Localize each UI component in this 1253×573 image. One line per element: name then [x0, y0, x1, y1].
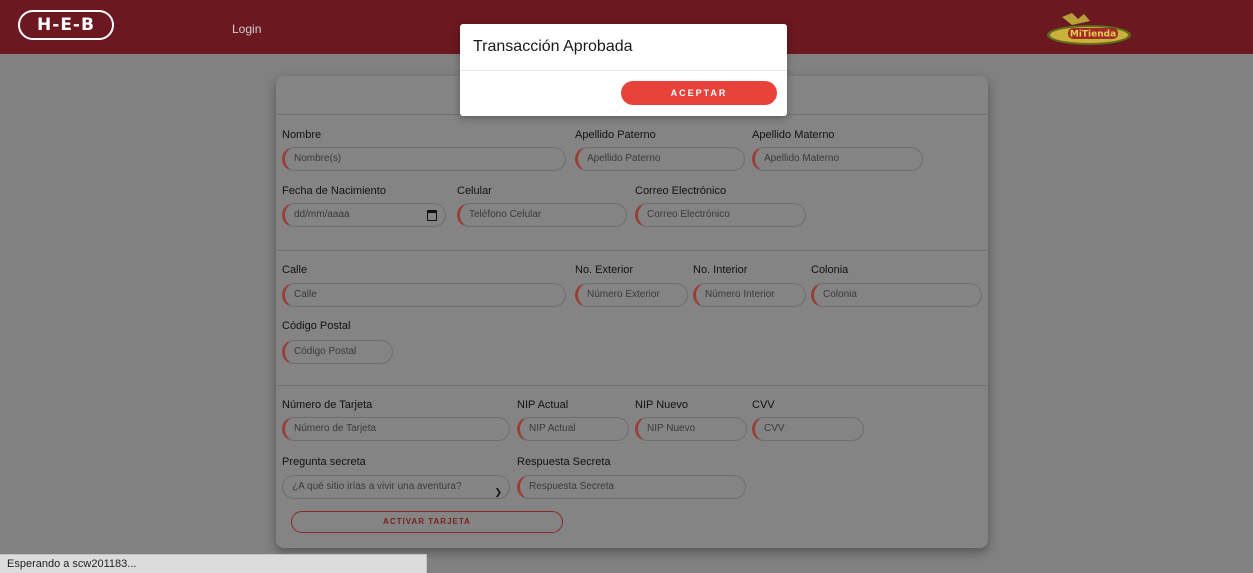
apellido-materno-input[interactable]: Apellido Materno — [752, 147, 923, 171]
calle-label: Calle — [282, 264, 308, 276]
celular-input[interactable]: Teléfono Celular — [457, 203, 627, 227]
no-exterior-label: No. Exterior — [575, 264, 634, 276]
apellido-paterno-label: Apellido Paterno — [575, 129, 656, 141]
activar-tarjeta-button[interactable]: ACTIVAR TARJETA — [291, 511, 563, 533]
correo-label: Correo Electrónico — [635, 185, 727, 197]
chevron-down-icon[interactable]: ❯ — [494, 481, 502, 498]
nip-actual-label: NIP Actual — [517, 399, 569, 411]
apellido-materno-label: Apellido Materno — [752, 129, 835, 141]
apellido-paterno-input[interactable]: Apellido Paterno — [575, 147, 745, 171]
fecha-nacimiento-input[interactable]: dd/mm/aaaa — [282, 203, 446, 227]
fecha-nacimiento-label: Fecha de Nacimiento — [282, 185, 386, 197]
aceptar-button[interactable]: ACEPTAR — [621, 81, 777, 105]
modal-title: Transacción Aprobada — [473, 38, 633, 55]
mitienda-logo[interactable]: MiTienda — [1042, 11, 1132, 47]
pregunta-secreta-select[interactable]: ¿A qué sitio irías a vivir una aventura?… — [282, 475, 510, 499]
no-interior-input[interactable]: Número Interior — [693, 283, 806, 307]
correo-input[interactable]: Correo Electrónico — [635, 203, 806, 227]
nip-actual-input[interactable]: NIP Actual — [517, 417, 629, 441]
numero-tarjeta-label: Número de Tarjeta — [282, 399, 373, 411]
codigo-postal-label: Código Postal — [282, 320, 351, 332]
mitienda-logo-text: MiTienda — [1070, 30, 1116, 40]
nombre-label: Nombre — [282, 129, 322, 141]
browser-status-bar: Esperando a scw201183... — [0, 554, 427, 573]
pregunta-secreta-label: Pregunta secreta — [282, 456, 366, 468]
section-divider — [276, 250, 988, 251]
nombre-input[interactable]: Nombre(s) — [282, 147, 566, 171]
nip-nuevo-label: NIP Nuevo — [635, 399, 688, 411]
celular-label: Celular — [457, 185, 492, 197]
modal-divider — [460, 70, 787, 71]
codigo-postal-input[interactable]: Código Postal — [282, 340, 393, 364]
heb-logo[interactable]: H-E-B — [18, 10, 114, 40]
cvv-label: CVV — [752, 399, 775, 411]
pregunta-secreta-value: ¿A qué sitio irías a vivir una aventura? — [292, 481, 462, 492]
no-interior-label: No. Interior — [693, 264, 748, 276]
card-activation-form: Nombre Nombre(s) Apellido Paterno Apelli… — [276, 76, 988, 548]
login-link[interactable]: Login — [232, 22, 261, 36]
cvv-input[interactable]: CVV — [752, 417, 864, 441]
calle-input[interactable]: Calle — [282, 283, 566, 307]
nip-nuevo-input[interactable]: NIP Nuevo — [635, 417, 747, 441]
colonia-label: Colonia — [811, 264, 849, 276]
no-exterior-input[interactable]: Número Exterior — [575, 283, 688, 307]
respuesta-secreta-input[interactable]: Respuesta Secreta — [517, 475, 746, 499]
section-divider — [276, 385, 988, 386]
respuesta-secreta-label: Respuesta Secreta — [517, 456, 611, 468]
colonia-input[interactable]: Colonia — [811, 283, 982, 307]
numero-tarjeta-input[interactable]: Número de Tarjeta — [282, 417, 510, 441]
fecha-nacimiento-placeholder: dd/mm/aaaa — [294, 209, 350, 220]
transaction-approved-modal: Transacción Aprobada ACEPTAR — [460, 24, 787, 116]
calendar-icon[interactable] — [427, 210, 437, 221]
